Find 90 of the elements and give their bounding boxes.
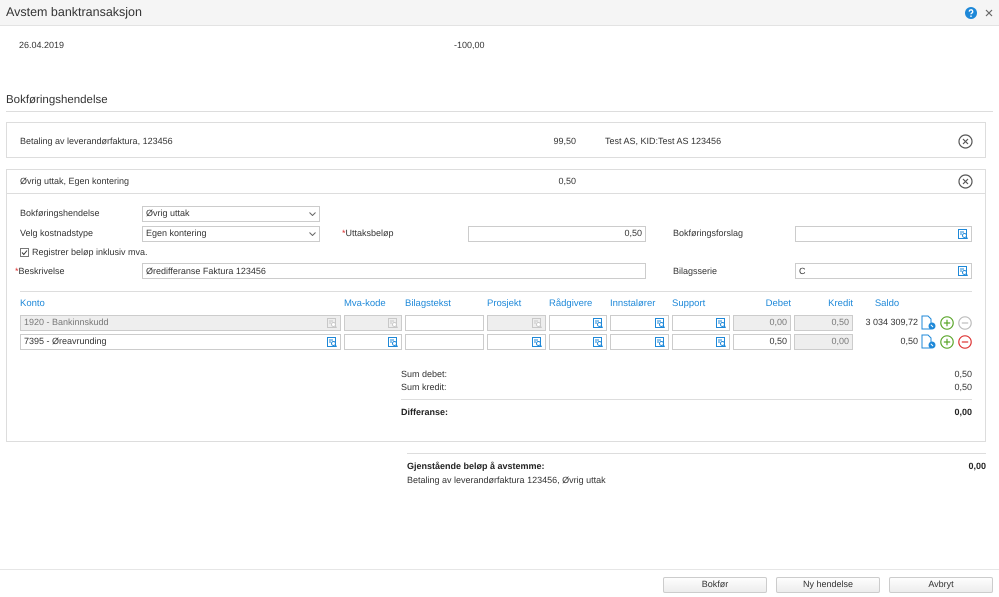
field-label: Uttaksbeløp xyxy=(346,228,394,238)
required-mark: * xyxy=(15,266,19,276)
table-input: 1920 - Bankinnskudd xyxy=(20,314,341,330)
lookup-icon xyxy=(532,318,542,328)
document-icon[interactable] xyxy=(921,334,936,349)
event-reference: Test AS, KID:Test AS 123456 xyxy=(605,135,722,148)
remaining-label: Gjenstående beløp å avstemme: xyxy=(407,460,545,473)
table-input[interactable] xyxy=(672,314,730,330)
column-header[interactable]: Debet xyxy=(733,297,791,312)
total-value: 0,00 xyxy=(954,406,972,418)
remaining-value: 0,00 xyxy=(968,460,986,473)
required-mark: * xyxy=(342,228,346,238)
column-header[interactable]: Konto xyxy=(20,297,341,312)
total-value: 0,50 xyxy=(954,381,972,394)
input-field[interactable]: C xyxy=(795,263,972,280)
table-input: 0,50 xyxy=(794,314,853,330)
caret-icon xyxy=(309,212,316,216)
table-input: 0,00 xyxy=(733,314,791,330)
transaction-amount: -100,00 xyxy=(454,39,485,52)
table-input[interactable] xyxy=(405,314,484,330)
event-description: Betaling av leverandørfaktura, 123456 xyxy=(20,135,174,148)
add-icon[interactable] xyxy=(940,334,954,348)
column-header[interactable]: Support xyxy=(672,297,730,312)
table-input: 0,00 xyxy=(794,334,853,350)
field-label: Bilagsserie xyxy=(673,264,718,278)
field-label: Bokføringsforslag xyxy=(673,227,744,240)
column-header[interactable]: Bilagstekst xyxy=(405,297,484,312)
event-description: Øvrig uttak, Egen kontering xyxy=(20,174,130,188)
remove-icon[interactable] xyxy=(958,134,973,150)
window-title: Avstem banktransaksjon xyxy=(6,4,142,22)
table-input[interactable] xyxy=(344,334,402,350)
lookup-icon[interactable] xyxy=(388,336,398,346)
input-field[interactable]: 0,50 xyxy=(468,226,646,242)
column-header[interactable]: Kredit xyxy=(794,297,853,312)
field-label: Bokføringshendelse xyxy=(20,207,101,220)
lookup-icon xyxy=(327,318,337,328)
input-field[interactable] xyxy=(795,226,972,242)
field-label: Velg kostnadstype xyxy=(20,227,94,240)
event-amount: 99,50 xyxy=(552,135,576,148)
saldo-value: 0,50 xyxy=(899,334,918,348)
lookup-icon[interactable] xyxy=(716,336,726,346)
select-field[interactable]: Øvrig uttak xyxy=(142,206,320,222)
column-header[interactable]: Saldo xyxy=(856,297,918,312)
total-label: Sum kredit: xyxy=(401,381,447,394)
lookup-icon[interactable] xyxy=(593,336,603,346)
remaining-details: Betaling av leverandørfaktura 123456, Øvrig uttak xyxy=(407,474,607,487)
column-header[interactable]: Rådgivere xyxy=(549,297,607,312)
remove-icon[interactable] xyxy=(958,174,973,189)
total-label: Sum debet: xyxy=(401,368,448,380)
document-icon[interactable] xyxy=(921,315,936,330)
lookup-icon[interactable] xyxy=(655,318,665,328)
column-header[interactable]: Mva-kode xyxy=(344,297,402,312)
checkbox-label: Registrer beløp inklusiv mva. xyxy=(32,246,148,259)
checkbox[interactable] xyxy=(20,248,29,257)
total-label: Differanse: xyxy=(401,406,448,418)
table-input[interactable] xyxy=(549,314,607,330)
table-input[interactable] xyxy=(672,334,730,350)
close-icon[interactable] xyxy=(985,8,993,16)
field-label: Beskrivelse xyxy=(18,266,65,276)
lookup-icon[interactable] xyxy=(958,228,968,239)
table-input[interactable] xyxy=(405,334,484,350)
total-value: 0,50 xyxy=(954,368,972,380)
column-header[interactable]: Prosjekt xyxy=(487,297,546,312)
table-input[interactable] xyxy=(610,314,669,330)
help-icon[interactable] xyxy=(965,6,977,18)
saldo-value: 3 034 309,72 xyxy=(864,316,918,329)
table-input[interactable] xyxy=(487,334,546,350)
lookup-icon[interactable] xyxy=(593,318,603,328)
lookup-icon xyxy=(388,318,398,328)
transaction-date: 26.04.2019 xyxy=(19,39,66,52)
table-input[interactable] xyxy=(549,334,607,350)
lookup-icon[interactable] xyxy=(716,318,726,328)
lookup-icon[interactable] xyxy=(655,336,665,346)
lookup-icon[interactable] xyxy=(327,336,337,346)
input-field[interactable]: Øredifferanse Faktura 123456 xyxy=(142,263,646,280)
column-header[interactable]: Innstalører xyxy=(610,297,669,312)
footer-button[interactable]: Ny hendelse xyxy=(776,577,880,593)
table-input[interactable]: 0,50 xyxy=(733,334,791,350)
caret-icon xyxy=(309,232,316,236)
add-icon[interactable] xyxy=(940,316,954,330)
lookup-icon[interactable] xyxy=(532,336,542,346)
lookup-icon[interactable] xyxy=(958,266,968,276)
table-input[interactable]: 7395 - Øreavrunding xyxy=(20,334,341,350)
remove-row-icon[interactable] xyxy=(958,334,972,348)
event-amount: 0,50 xyxy=(557,174,576,188)
footer-button[interactable]: Avbryt xyxy=(889,577,993,593)
select-field[interactable]: Egen kontering xyxy=(142,226,320,242)
footer-button[interactable]: Bokfør xyxy=(663,577,767,593)
section-title: Bokføringshendelse xyxy=(6,92,993,112)
table-input[interactable] xyxy=(610,334,669,350)
